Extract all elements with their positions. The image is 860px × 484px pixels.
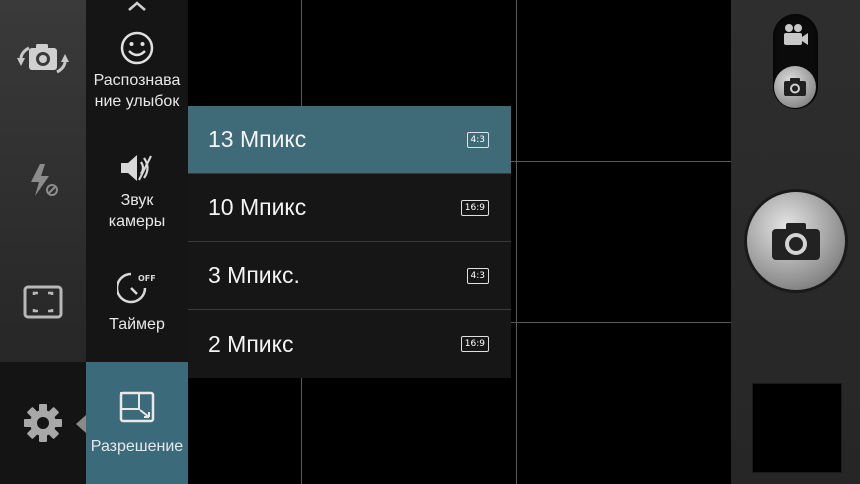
resolution-option[interactable]: 13 Мпикс 4:3 xyxy=(188,106,511,174)
setting-resolution[interactable]: Разрешение xyxy=(86,362,188,484)
resolution-option-label: 3 Мпикс. xyxy=(208,262,300,288)
resolution-icon xyxy=(119,391,155,422)
resolution-option-label: 13 Мпикс xyxy=(208,126,307,152)
flash-button[interactable] xyxy=(0,140,86,220)
camera-icon xyxy=(772,223,820,260)
flash-off-icon xyxy=(31,164,58,196)
focus-frame-icon xyxy=(23,285,63,319)
aspect-ratio-badge: 4:3 xyxy=(466,131,489,148)
aspect-ratio-badge: 4:3 xyxy=(466,267,489,284)
switch-camera-icon xyxy=(17,44,69,74)
video-camera-icon xyxy=(784,24,808,45)
resolution-option[interactable]: 2 Мпикс 16:9 xyxy=(188,310,511,378)
setting-label: Звук камеры xyxy=(108,192,166,230)
chevron-up-icon[interactable] xyxy=(125,0,149,12)
camera-mode-switch[interactable] xyxy=(773,14,818,109)
settings-pointer xyxy=(76,415,86,433)
photo-mode-knob[interactable] xyxy=(774,66,816,108)
resolution-option-label: 10 Мпикс xyxy=(208,194,307,220)
resolution-option-label: 2 Мпикс xyxy=(208,330,294,357)
gear-icon xyxy=(24,404,62,442)
smile-icon xyxy=(120,31,154,65)
focus-mode-button[interactable] xyxy=(0,262,86,342)
setting-camera-sound[interactable]: Звук камеры xyxy=(86,150,188,240)
viewfinder-grid-line xyxy=(516,0,517,484)
speaker-icon xyxy=(121,155,152,181)
setting-label: Разрешение xyxy=(90,437,184,455)
settings-button[interactable] xyxy=(0,362,86,484)
left-control-rail xyxy=(0,0,86,484)
setting-timer[interactable]: OFF Таймер xyxy=(86,268,188,348)
timer-off-icon: OFF xyxy=(117,272,156,304)
shutter-button[interactable] xyxy=(747,192,845,290)
gallery-thumbnail[interactable] xyxy=(752,383,842,473)
resolution-menu: 13 Мпикс 4:3 10 Мпикс 16:9 3 Мпикс. 4:3 … xyxy=(188,106,511,378)
setting-smile-detection[interactable]: Распознава ние улыбок xyxy=(86,30,188,118)
switch-camera-button[interactable] xyxy=(0,20,86,100)
svg-text:OFF: OFF xyxy=(138,274,156,283)
resolution-option[interactable]: 10 Мпикс 16:9 xyxy=(188,174,511,242)
setting-label: Таймер xyxy=(109,316,165,333)
resolution-option[interactable]: 3 Мпикс. 4:3 xyxy=(188,242,511,310)
aspect-ratio-badge: 16:9 xyxy=(460,336,489,352)
settings-panel: Распознава ние улыбок Звук камеры OFF Та… xyxy=(86,0,188,484)
aspect-ratio-badge: 16:9 xyxy=(460,199,489,216)
camera-icon xyxy=(784,78,806,96)
setting-label: Распознава ние улыбок xyxy=(93,72,181,110)
